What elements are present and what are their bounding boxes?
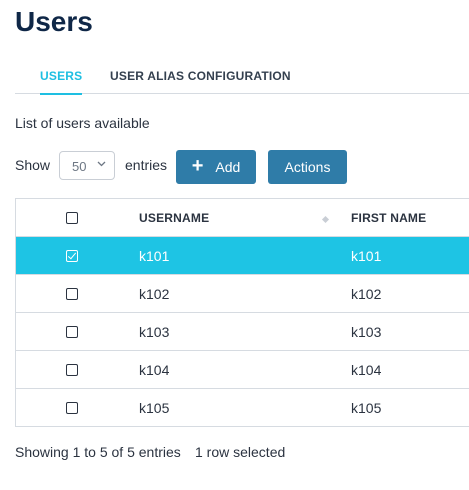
row-checkbox[interactable] <box>66 402 78 414</box>
selection-info: 1 row selected <box>195 444 286 460</box>
page-title: Users <box>15 6 93 37</box>
row-checkbox[interactable] <box>66 250 78 262</box>
actions-button-label: Actions <box>284 159 331 175</box>
row-checkbox[interactable] <box>66 364 78 376</box>
table-header-row: USERNAME FIRST NAME <box>16 199 469 236</box>
column-header-first-name[interactable]: FIRST NAME <box>351 211 426 225</box>
sort-icon[interactable] <box>321 215 330 224</box>
cell-first-name: k104 <box>351 362 382 378</box>
list-description: List of users available <box>15 115 150 131</box>
chevron-down-icon <box>97 161 106 167</box>
tab-user-alias-configuration[interactable]: USER ALIAS CONFIGURATION <box>110 69 291 93</box>
cell-username: k104 <box>139 362 170 378</box>
entries-per-page-value: 50 <box>72 159 87 174</box>
table-row[interactable]: k101 k101 <box>16 236 469 274</box>
table-info: Showing 1 to 5 of 5 entries <box>15 444 181 460</box>
cell-username: k103 <box>139 324 170 340</box>
cell-username: k101 <box>139 248 170 264</box>
table-row[interactable]: k102 k102 <box>16 274 469 312</box>
show-label: Show <box>15 157 51 173</box>
tab-users[interactable]: USERS <box>40 69 83 95</box>
add-user-button[interactable]: + Add <box>176 150 256 184</box>
row-checkbox[interactable] <box>66 288 78 300</box>
table-row[interactable]: k104 k104 <box>16 350 469 388</box>
cell-username: k102 <box>139 286 170 302</box>
table-row[interactable]: k103 k103 <box>16 312 469 350</box>
cell-first-name: k101 <box>351 248 382 264</box>
tab-bar: USERS USER ALIAS CONFIGURATION <box>15 60 469 95</box>
column-header-username[interactable]: USERNAME <box>139 211 209 225</box>
select-all-checkbox[interactable] <box>66 212 78 224</box>
cell-first-name: k102 <box>351 286 382 302</box>
cell-first-name: k105 <box>351 400 382 416</box>
table-row[interactable]: k105 k105 <box>16 388 469 426</box>
plus-icon: + <box>191 154 204 177</box>
row-checkbox[interactable] <box>66 326 78 338</box>
entries-label: entries <box>125 157 168 173</box>
actions-button[interactable]: Actions <box>268 150 347 184</box>
cell-first-name: k103 <box>351 324 382 340</box>
cell-username: k105 <box>139 400 170 416</box>
users-table: USERNAME FIRST NAME k101 k101 k102 k102 … <box>15 198 469 427</box>
add-button-label: Add <box>215 159 241 175</box>
entries-per-page-select[interactable]: 50 <box>59 151 115 180</box>
